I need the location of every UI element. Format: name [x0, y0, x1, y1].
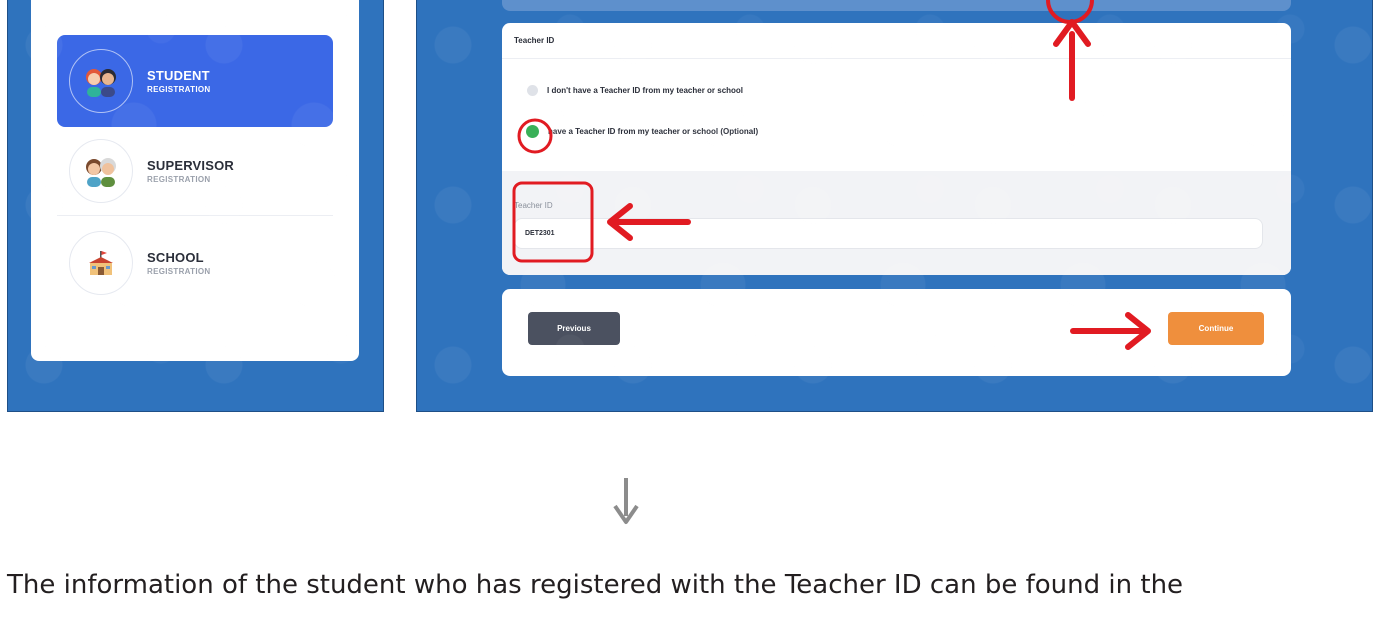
- role-school[interactable]: SCHOOL REGISTRATION: [57, 217, 333, 309]
- teacher-id-label: Teacher ID: [514, 201, 553, 210]
- student-avatar-icon: [69, 49, 133, 113]
- role-divider: [57, 215, 333, 216]
- role-title: SCHOOL: [147, 250, 204, 265]
- teacher-id-field-zone: Teacher ID DET2301: [502, 171, 1291, 275]
- radio-label: have a Teacher ID from my teacher or sch…: [548, 127, 759, 136]
- radio-circle-checked[interactable]: [526, 125, 539, 138]
- navigation-card: Previous Continue: [502, 289, 1291, 376]
- registration-form-panel: Teacher ID I don't have a Teacher ID fro…: [416, 0, 1373, 412]
- role-subtitle: REGISTRATION: [147, 267, 211, 276]
- previous-section-strip: [502, 0, 1291, 11]
- continue-button[interactable]: Continue: [1168, 312, 1264, 345]
- supervisor-avatar-icon: [69, 139, 133, 203]
- role-card: STUDENT REGISTRATION SUPERVISOR REGISTRA…: [31, 0, 359, 361]
- role-selection-panel: STUDENT REGISTRATION SUPERVISOR REGISTRA…: [7, 0, 384, 412]
- role-title: SUPERVISOR: [147, 158, 235, 173]
- radio-have-teacher-id[interactable]: have a Teacher ID from my teacher or sch…: [526, 125, 758, 138]
- radio-no-teacher-id[interactable]: I don't have a Teacher ID from my teache…: [527, 85, 743, 96]
- caption-text: The information of the student who has r…: [7, 570, 1184, 600]
- radio-circle[interactable]: [527, 85, 538, 96]
- role-subtitle: REGISTRATION: [147, 175, 211, 184]
- role-subtitle: REGISTRATION: [147, 85, 211, 94]
- role-title: STUDENT: [147, 68, 210, 83]
- role-student[interactable]: STUDENT REGISTRATION: [57, 35, 333, 127]
- teacher-id-card: Teacher ID I don't have a Teacher ID fro…: [502, 23, 1291, 275]
- role-supervisor[interactable]: SUPERVISOR REGISTRATION: [57, 125, 333, 217]
- radio-label: I don't have a Teacher ID from my teache…: [547, 86, 744, 95]
- teacher-id-input[interactable]: DET2301: [514, 218, 1263, 249]
- previous-button[interactable]: Previous: [528, 312, 620, 345]
- school-building-icon: [69, 231, 133, 295]
- down-arrow-icon: [613, 478, 639, 524]
- teacher-id-header: Teacher ID: [502, 23, 1291, 59]
